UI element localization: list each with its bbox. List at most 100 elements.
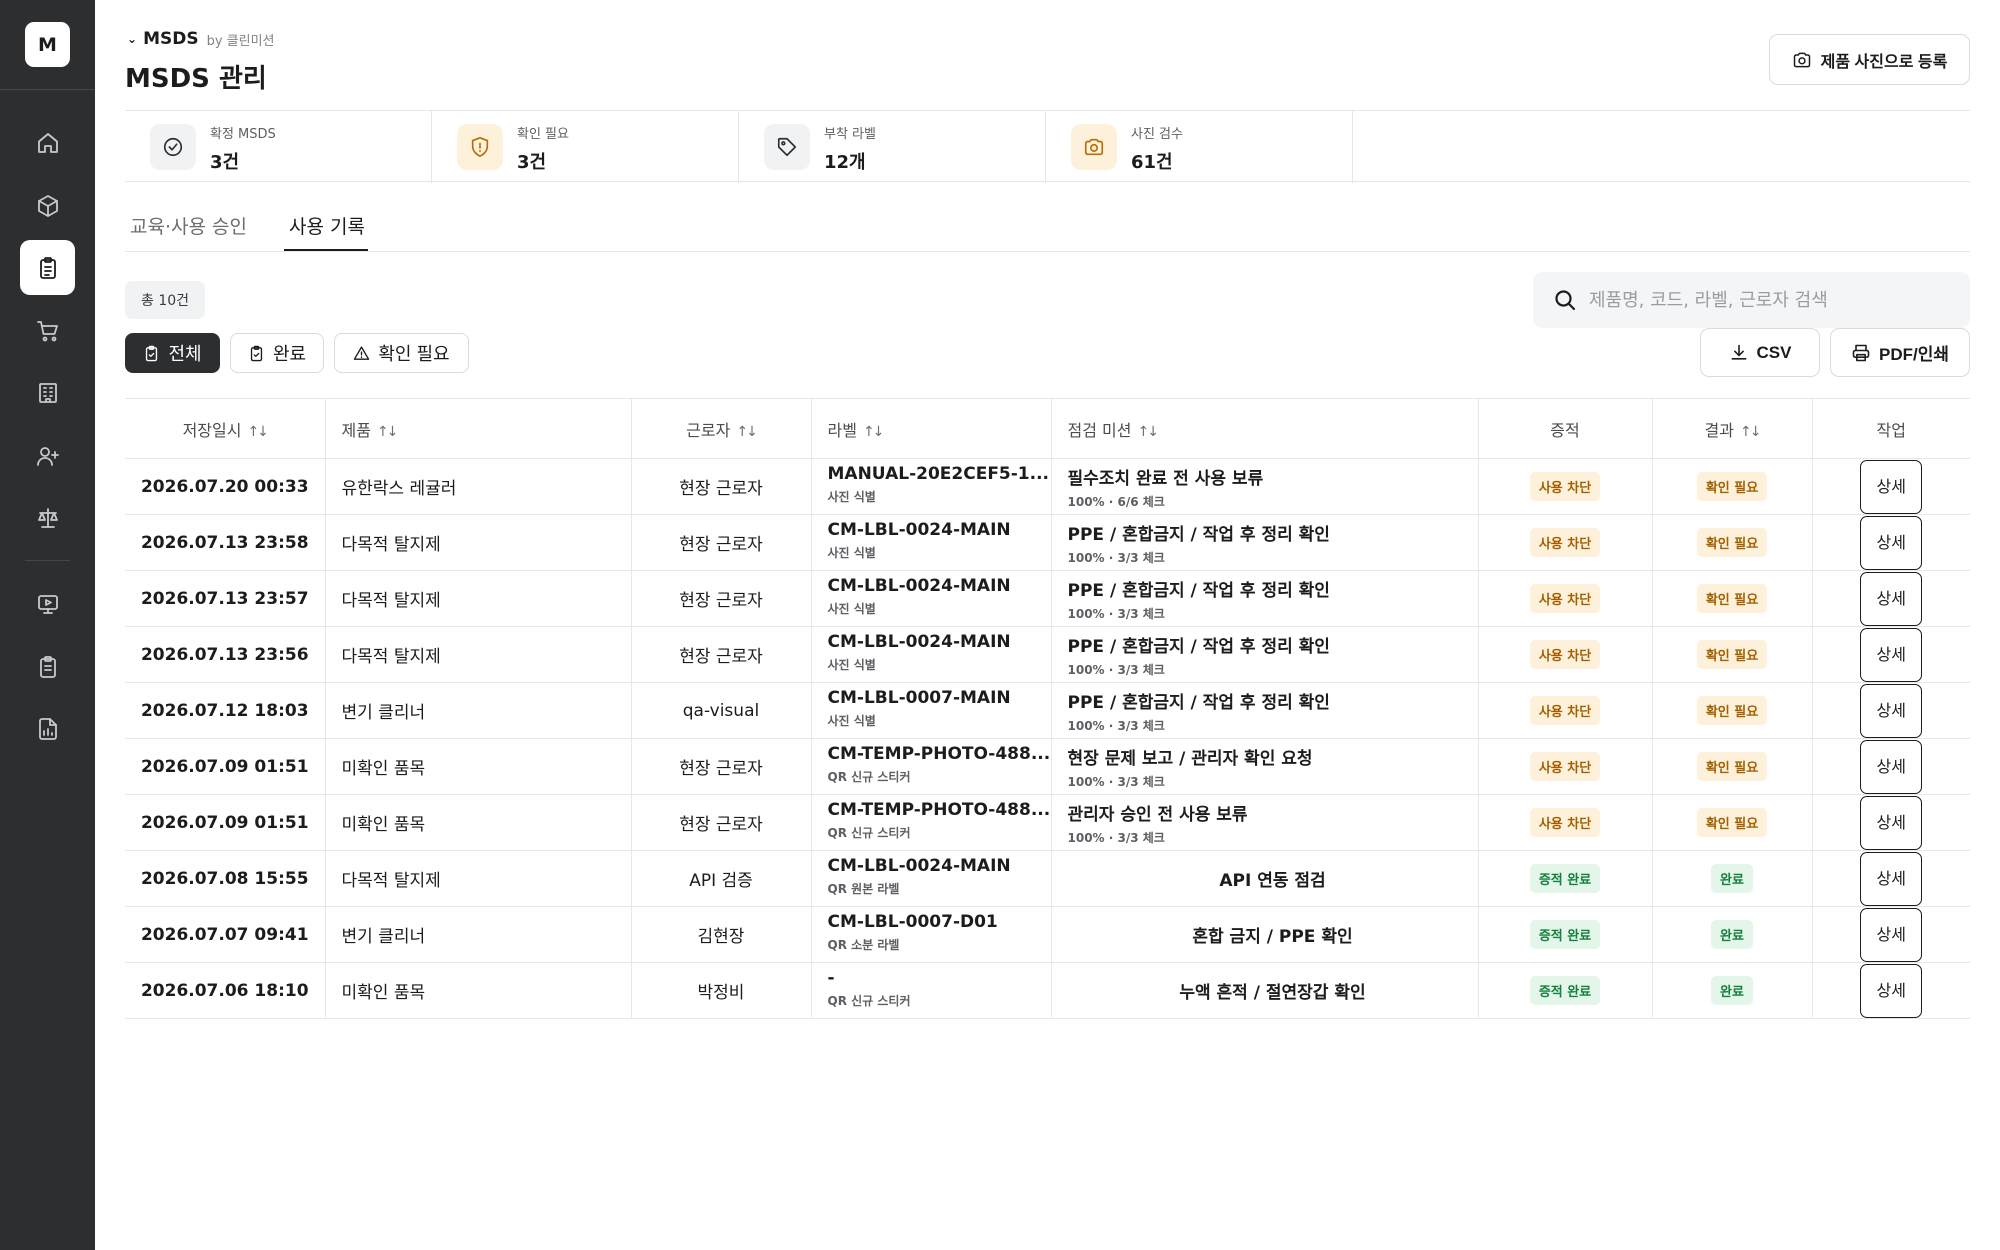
- nav-sites[interactable]: [20, 365, 75, 420]
- nav-users[interactable]: [20, 428, 75, 483]
- table-row[interactable]: 2026.07.08 15:55 다목적 탈지제 API 검증 CM-LBL-0024…: [125, 850, 1970, 907]
- cell-product: 다목적 탈지제: [324, 850, 631, 907]
- nav-orders[interactable]: [20, 303, 75, 358]
- table-row[interactable]: 2026.07.13 23:56 다목적 탈지제 현장 근로자 CM-LBL-0024…: [125, 626, 1970, 683]
- usage-records-table: 저장일시 ↑↓ 제품 ↑↓ 근로자 ↑↓ 라벨 ↑↓ 점검 미션 ↑↓ 증적 결과 ↑↓ 작…: [125, 398, 1970, 1019]
- mission-title: 관리자 승인 전 사용 보류: [1067, 805, 1248, 825]
- clipboard-check-icon: [250, 345, 263, 361]
- cell-worker: 현장 근로자: [630, 514, 811, 571]
- breadcrumb[interactable]: ⌄ MSDS by 클린미션: [127, 29, 275, 49]
- cell-product: 미확인 품목: [324, 794, 631, 851]
- sidebar-divider: [25, 560, 70, 561]
- cell-evidence: 사용 차단: [1477, 794, 1652, 851]
- search-input[interactable]: [1589, 282, 1949, 318]
- shield-alert-icon: [471, 137, 489, 157]
- cell-result: 완료: [1651, 962, 1812, 1019]
- label-code: CM-LBL-0024-MAIN: [827, 576, 1011, 596]
- nav-products[interactable]: [20, 178, 75, 233]
- search-box[interactable]: [1533, 272, 1970, 328]
- nav-training[interactable]: [20, 576, 75, 631]
- active-tab-indicator: [284, 249, 368, 251]
- table-row[interactable]: 2026.07.13 23:58 다목적 탈지제 현장 근로자 CM-LBL-0024…: [125, 514, 1970, 571]
- detail-button[interactable]: 상세: [1860, 627, 1923, 682]
- tag-icon: [777, 137, 797, 157]
- cell-mission: PPE / 혼합금지 / 작업 후 정리 확인 100% · 3/3 체크: [1050, 682, 1478, 739]
- cell-action: 상세: [1811, 794, 1970, 851]
- building-icon: [38, 382, 57, 403]
- nav-records[interactable]: [20, 639, 75, 694]
- detail-button[interactable]: 상세: [1860, 515, 1923, 570]
- table-row[interactable]: 2026.07.20 00:33 유한락스 레귤러 현장 근로자 MANUAL-20E…: [125, 458, 1970, 515]
- cell-mission: 관리자 승인 전 사용 보류 100% · 3/3 체크: [1050, 794, 1478, 851]
- app-logo[interactable]: M: [25, 22, 70, 67]
- filter-complete[interactable]: 완료: [230, 333, 324, 373]
- label-code: CM-LBL-0007-MAIN: [827, 688, 1011, 708]
- evidence-badge: 사용 차단: [1529, 528, 1601, 557]
- scale-icon: [37, 507, 58, 528]
- filter-needs-check[interactable]: 확인 필요: [334, 333, 469, 373]
- table-row[interactable]: 2026.07.07 09:41 변기 클리너 김현장 CM-LBL-0007-D01…: [125, 906, 1970, 963]
- detail-button[interactable]: 상세: [1860, 459, 1923, 514]
- csv-download-button[interactable]: CSV: [1700, 328, 1820, 377]
- cell-worker: 박정비: [630, 962, 811, 1019]
- tab-usage-records[interactable]: 사용 기록: [289, 212, 365, 239]
- mission-progress: 100% · 3/3 체크: [1067, 663, 1165, 677]
- detail-button[interactable]: 상세: [1860, 795, 1923, 850]
- label-source: QR 신규 스티커: [827, 826, 911, 840]
- detail-button[interactable]: 상세: [1860, 907, 1923, 962]
- mission-progress: 100% · 3/3 체크: [1067, 831, 1165, 845]
- detail-button[interactable]: 상세: [1860, 739, 1923, 794]
- result-badge: 완료: [1711, 920, 1753, 949]
- table-header: 저장일시 ↑↓ 제품 ↑↓ 근로자 ↑↓ 라벨 ↑↓ 점검 미션 ↑↓ 증적 결과 ↑↓ 작…: [125, 398, 1970, 459]
- register-by-photo-button[interactable]: 제품 사진으로 등록: [1769, 34, 1970, 85]
- cell-result: 확인 필요: [1651, 626, 1812, 683]
- table-row[interactable]: 2026.07.09 01:51 미확인 품목 현장 근로자 CM-TEMP-PHOT…: [125, 738, 1970, 795]
- sort-icon: ↑↓: [862, 423, 885, 440]
- nav-compliance[interactable]: [20, 490, 75, 545]
- mission-progress: 100% · 3/3 체크: [1067, 719, 1165, 733]
- label-source: QR 신규 스티커: [827, 994, 911, 1008]
- cell-label: CM-LBL-0007-D01 QR 소분 라벨: [810, 906, 1051, 963]
- col-result[interactable]: 결과 ↑↓: [1651, 398, 1812, 459]
- result-badge: 완료: [1711, 864, 1753, 893]
- total-count-badge: 총 10건: [125, 281, 205, 319]
- cell-evidence: 증적 완료: [1477, 962, 1652, 1019]
- col-label[interactable]: 라벨 ↑↓: [810, 398, 1051, 459]
- label-source: QR 신규 스티커: [827, 770, 911, 784]
- cell-action: 상세: [1811, 458, 1970, 515]
- stat-confirmed-msds: 확정 MSDS 3건: [125, 111, 432, 183]
- col-worker[interactable]: 근로자 ↑↓: [630, 398, 811, 459]
- detail-button[interactable]: 상세: [1860, 963, 1923, 1018]
- col-product[interactable]: 제품 ↑↓: [324, 398, 631, 459]
- cell-mission: 누액 흔적 / 절연장갑 확인: [1050, 962, 1478, 1019]
- col-mission[interactable]: 점검 미션 ↑↓: [1050, 398, 1478, 459]
- nav-msds[interactable]: [20, 240, 75, 295]
- table-row[interactable]: 2026.07.12 18:03 변기 클리너 qa-visual CM-LBL-00…: [125, 682, 1970, 739]
- col-saved-at[interactable]: 저장일시 ↑↓: [125, 398, 325, 459]
- table-row[interactable]: 2026.07.06 18:10 미확인 품목 박정비 - QR 신규 스티커 누액 흔적…: [125, 962, 1970, 1019]
- mission-progress: 100% · 6/6 체크: [1067, 495, 1165, 509]
- detail-button[interactable]: 상세: [1860, 851, 1923, 906]
- cell-evidence: 사용 차단: [1477, 458, 1652, 515]
- monitor-icon: [37, 594, 58, 614]
- table-row[interactable]: 2026.07.13 23:57 다목적 탈지제 현장 근로자 CM-LBL-0024…: [125, 570, 1970, 627]
- cell-product: 미확인 품목: [324, 738, 631, 795]
- download-icon: [1731, 344, 1746, 360]
- evidence-badge: 사용 차단: [1529, 640, 1601, 669]
- nav-reports[interactable]: [20, 701, 75, 756]
- sort-icon: ↑↓: [247, 423, 269, 440]
- mission-title: 누액 흔적 / 절연장갑 확인: [1179, 983, 1366, 1003]
- table-body: 2026.07.20 00:33 유한락스 레귤러 현장 근로자 MANUAL-20E…: [125, 458, 1970, 1019]
- filter-all[interactable]: 전체: [125, 333, 220, 373]
- mission-title: 혼합 금지 / PPE 확인: [1192, 927, 1353, 947]
- nav-home[interactable]: [20, 115, 75, 170]
- pdf-print-button[interactable]: PDF/인쇄: [1830, 328, 1970, 377]
- mission-title: PPE / 혼합금지 / 작업 후 정리 확인: [1067, 637, 1330, 657]
- cell-action: 상세: [1811, 738, 1970, 795]
- cell-mission: 혼합 금지 / PPE 확인: [1050, 906, 1478, 963]
- cell-label: CM-LBL-0024-MAIN 사진 식별: [810, 626, 1051, 683]
- detail-button[interactable]: 상세: [1860, 571, 1923, 626]
- tab-training-approval[interactable]: 교육·사용 승인: [130, 212, 247, 239]
- detail-button[interactable]: 상세: [1860, 683, 1923, 738]
- table-row[interactable]: 2026.07.09 01:51 미확인 품목 현장 근로자 CM-TEMP-PHOT…: [125, 794, 1970, 851]
